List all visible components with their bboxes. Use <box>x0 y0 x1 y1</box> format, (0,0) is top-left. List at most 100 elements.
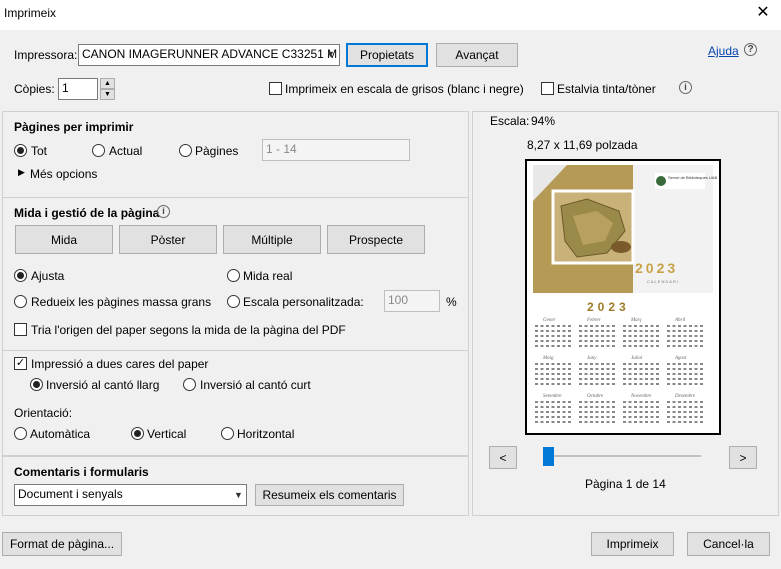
calendar-day-mark <box>568 330 571 332</box>
calendar-day-mark <box>557 401 560 403</box>
page-slider-track[interactable] <box>548 455 701 457</box>
calendar-day-mark <box>650 325 654 327</box>
tab-poster[interactable]: Pòster <box>119 225 217 254</box>
calendar-day-mark <box>595 401 599 403</box>
calendar-day-mark <box>568 378 571 380</box>
calendar-day-mark <box>639 368 643 370</box>
calendar-day-mark <box>683 325 687 327</box>
calendar-day-mark <box>683 421 687 423</box>
help-link[interactable]: Ajuda <box>708 44 739 58</box>
copies-down-icon[interactable]: ▼ <box>100 89 115 100</box>
grayscale-label: Imprimeix en escala de grisos (blanc i n… <box>285 82 524 96</box>
calendar-day-mark <box>694 383 698 385</box>
properties-button[interactable]: Propietats <box>346 43 428 67</box>
actual-size-radio[interactable] <box>227 269 240 282</box>
calendar-day-mark <box>546 421 549 423</box>
calendar-day-mark <box>672 421 676 423</box>
calendar-day-mark <box>628 401 632 403</box>
expand-triangle-icon[interactable]: ▶ <box>18 167 25 178</box>
calendar-day-mark <box>601 378 604 380</box>
duplex-checkbox[interactable]: ✓ <box>14 357 27 370</box>
shrink-radio[interactable] <box>14 295 27 308</box>
calendar-day-mark <box>595 406 599 408</box>
orientation-landscape-radio[interactable] <box>221 427 234 440</box>
calendar-day-mark <box>623 406 626 408</box>
sizing-info-icon[interactable]: i <box>157 205 170 218</box>
calendar-day-mark <box>623 383 626 385</box>
calendar-day-mark <box>612 373 615 375</box>
cancel-button[interactable]: Cancel·la <box>687 532 770 556</box>
calendar-day-mark <box>568 368 571 370</box>
calendar-day-mark <box>606 406 610 408</box>
help-icon[interactable]: ? <box>744 43 757 56</box>
calendar-day-mark <box>551 335 555 337</box>
calendar-day-mark <box>683 416 687 418</box>
calendar-day-mark <box>579 373 582 375</box>
printer-select[interactable]: CANON IMAGERUNNER ADVANCE C33251 M <box>78 44 340 66</box>
calendar-day-mark <box>667 325 670 327</box>
pages-range-radio[interactable] <box>179 144 192 157</box>
calendar-day-mark <box>562 340 566 342</box>
advanced-button[interactable]: Avançat <box>436 43 518 67</box>
copies-input[interactable]: 1 <box>58 78 98 100</box>
page-range-input[interactable]: 1 - 14 <box>262 139 410 161</box>
calendar-day-mark <box>683 383 687 385</box>
calendar-day-mark <box>590 421 593 423</box>
calendar-day-mark <box>656 368 659 370</box>
orientation-portrait-radio[interactable] <box>131 427 144 440</box>
tab-booklet[interactable]: Prospecte <box>327 225 425 254</box>
grayscale-checkbox[interactable] <box>269 82 282 95</box>
page-setup-button[interactable]: Format de pàgina... <box>2 532 122 556</box>
comments-select[interactable]: Document i senyals <box>14 484 247 506</box>
calendar-day-mark <box>606 378 610 380</box>
tab-size[interactable]: Mida <box>15 225 113 254</box>
calendar-day-mark <box>557 378 560 380</box>
calendar-day-mark <box>562 411 566 413</box>
print-button[interactable]: Imprimeix <box>591 532 674 556</box>
calendar-day-mark <box>540 378 544 380</box>
calendar-day-mark <box>650 368 654 370</box>
calendar-day-mark <box>667 363 670 365</box>
sizing-title: Mida i gestió de la pàgina <box>14 206 160 220</box>
custom-scale-radio[interactable] <box>227 295 240 308</box>
custom-scale-input[interactable]: 100 <box>384 290 440 312</box>
calendar-day-mark <box>562 363 566 365</box>
more-options-link[interactable]: Més opcions <box>30 167 97 181</box>
calendar-day-mark <box>656 401 659 403</box>
close-icon[interactable]: ✕ <box>752 2 774 24</box>
next-page-button[interactable]: > <box>729 446 757 469</box>
calendar-day-mark <box>606 340 610 342</box>
pages-all-radio[interactable] <box>14 144 27 157</box>
library-logo-text: Servei de Biblioteques UAB <box>668 175 717 180</box>
save-ink-checkbox[interactable] <box>541 82 554 95</box>
pages-current-radio[interactable] <box>92 144 105 157</box>
calendar-day-mark <box>645 363 648 365</box>
calendar-day-mark <box>584 401 588 403</box>
calendar-day-mark <box>683 401 687 403</box>
fit-radio[interactable] <box>14 269 27 282</box>
calendar-day-mark <box>540 401 544 403</box>
prev-page-button[interactable]: < <box>489 446 517 469</box>
calendar-day-mark <box>650 416 654 418</box>
page-slider-thumb[interactable] <box>543 447 554 466</box>
calendar-day-mark <box>590 330 593 332</box>
calendar-day-mark <box>562 368 566 370</box>
short-edge-radio[interactable] <box>183 378 196 391</box>
info-icon[interactable]: i <box>679 81 692 94</box>
calendar-day-mark <box>623 345 626 347</box>
summarize-comments-button[interactable]: Resumeix els comentaris <box>255 484 404 506</box>
orientation-auto-radio[interactable] <box>14 427 27 440</box>
calendar-day-mark <box>683 411 687 413</box>
calendar-day-mark <box>562 378 566 380</box>
calendar-day-mark <box>540 345 544 347</box>
long-edge-radio[interactable] <box>30 378 43 391</box>
tab-multiple[interactable]: Múltiple <box>223 225 321 254</box>
calendar-day-mark <box>590 401 593 403</box>
calendar-day-mark <box>568 335 571 337</box>
calendar-day-mark <box>639 378 643 380</box>
paper-source-checkbox[interactable] <box>14 323 27 336</box>
calendar-day-mark <box>656 345 659 347</box>
calendar-day-mark <box>595 330 599 332</box>
calendar-day-mark <box>579 340 582 342</box>
copies-up-icon[interactable]: ▲ <box>100 78 115 89</box>
